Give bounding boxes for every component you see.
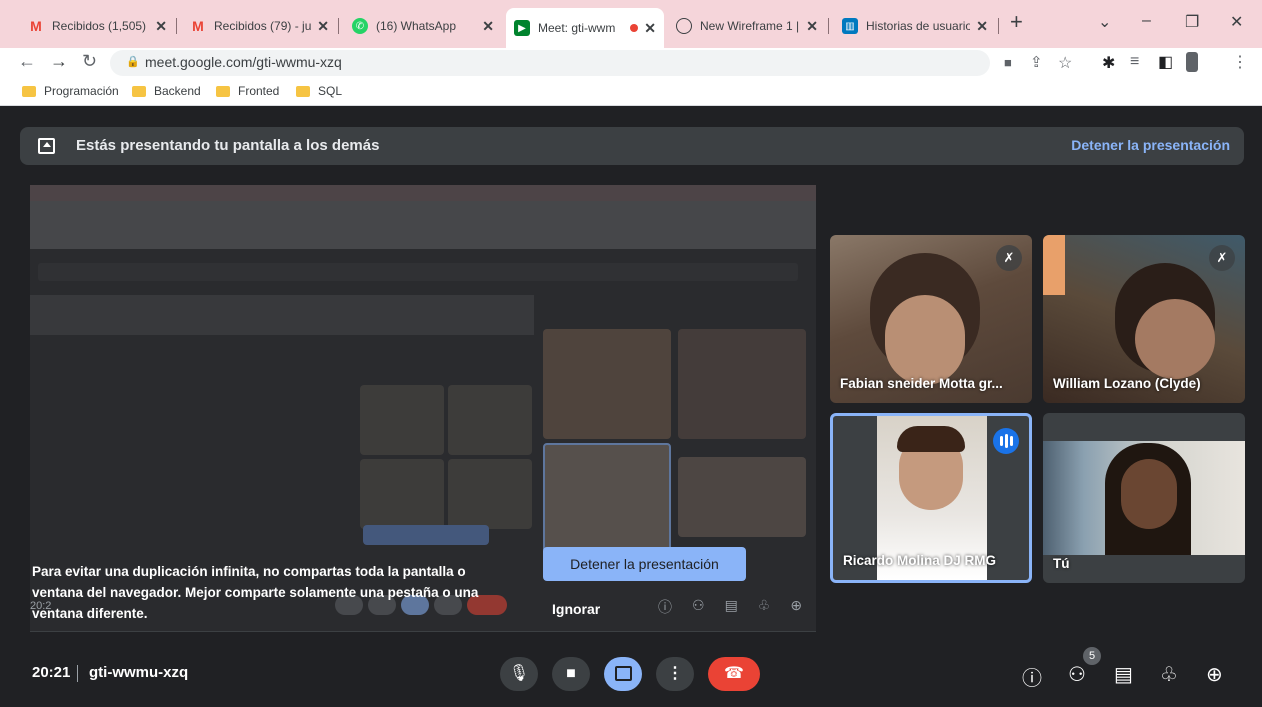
meeting-details-icon[interactable]: ⓘ — [1022, 662, 1042, 691]
activities-icon[interactable]: ♧ — [1160, 662, 1178, 687]
close-icon[interactable]: ✕ — [155, 18, 167, 35]
more-vert-icon: ⋮ — [667, 665, 683, 682]
new-tab-button[interactable]: + — [1010, 9, 1023, 35]
meet-window: Estás presentando tu pantalla a los demá… — [0, 107, 1262, 707]
tab-wireframe[interactable]: New Wireframe 1 | ✕ — [668, 10, 826, 42]
profile-avatar[interactable] — [1186, 52, 1198, 72]
more-options-button[interactable]: ⋮ — [656, 657, 694, 691]
restore-icon[interactable]: ❐ — [1185, 12, 1199, 32]
address-bar: ← → ↻ 🔒 meet.google.com/gti-wwmu-xzq ■ ⇪… — [0, 48, 1262, 78]
forward-icon[interactable]: → — [50, 51, 68, 72]
people-icon: ⚇ — [692, 597, 705, 613]
close-icon[interactable]: ✕ — [806, 18, 818, 35]
gmail-icon: M — [30, 18, 42, 34]
close-icon[interactable]: ✕ — [482, 18, 494, 35]
tab-gmail-2[interactable]: M Recibidos (79) - juv ✕ — [182, 10, 337, 42]
participant-tile-self[interactable]: Tú — [1043, 413, 1245, 583]
trello-icon: ▥ — [842, 18, 858, 34]
wireframe-icon — [676, 18, 692, 34]
whatsapp-icon: ✆ — [352, 18, 368, 34]
stop-presenting-button[interactable]: Detener la presentación — [543, 547, 746, 581]
url-text[interactable]: meet.google.com/gti-wwmu-xzq — [145, 54, 342, 70]
close-window-icon[interactable]: ✕ — [1230, 12, 1243, 32]
end-call-icon: ☎ — [724, 665, 744, 682]
chat-icon[interactable]: ▤ — [1114, 662, 1133, 687]
chat-icon: ▤ — [724, 597, 738, 613]
bookmark-star-icon[interactable]: ☆ — [1058, 53, 1072, 73]
microphone-icon: 🎙 — [508, 665, 530, 682]
bookmark-sql[interactable]: SQL — [296, 84, 342, 98]
mirrored-side-icons: ⓘ ⚇ ▤ ♧ ⊕ — [658, 597, 802, 617]
host-controls-icon[interactable]: ⊕ — [1206, 662, 1223, 687]
participant-tile-ricardo[interactable]: Ricardo Molina DJ RMG — [830, 413, 1032, 583]
folder-icon — [216, 85, 230, 97]
mic-off-icon: ✗ — [996, 245, 1022, 271]
camera-button[interactable]: ■ — [552, 657, 590, 691]
minimize-icon[interactable]: – — [1142, 12, 1151, 30]
side-panel-icon[interactable]: ◧ — [1158, 52, 1173, 72]
recording-dot-icon — [630, 24, 639, 32]
camera-icon: ■ — [566, 665, 576, 682]
leave-call-button[interactable]: ☎ — [708, 657, 760, 691]
reload-icon[interactable]: ↻ — [82, 51, 97, 72]
browser-tab-strip: M Recibidos (1,505) - ✕ M Recibidos (79)… — [0, 0, 1262, 48]
ignore-button[interactable]: Ignorar — [552, 601, 600, 617]
meeting-code: gti-wwmu-xzq — [89, 664, 189, 681]
meet-icon: ▶ — [514, 20, 530, 36]
gmail-icon: M — [192, 18, 204, 34]
folder-icon — [22, 85, 36, 97]
speaking-indicator-icon — [993, 428, 1019, 454]
infinite-mirror-warning: Para evitar una duplicación infinita, no… — [32, 564, 479, 621]
tab-meet[interactable]: ▶ Meet: gti-wwm ✕ — [506, 8, 664, 48]
participant-tile-fabian[interactable]: ✗ Fabian sneider Motta gr... — [830, 235, 1032, 403]
close-icon[interactable]: ✕ — [976, 18, 988, 35]
folder-icon — [132, 85, 146, 97]
bookmarks-bar: Programación Backend Fronted SQL — [0, 78, 1262, 106]
present-screen-icon — [614, 666, 632, 681]
tab-search-icon[interactable]: ⌄ — [1098, 12, 1111, 32]
reading-list-icon[interactable]: ≡ — [1130, 53, 1139, 71]
back-icon[interactable]: ← — [18, 51, 36, 72]
tab-gmail-1[interactable]: M Recibidos (1,505) - ✕ — [20, 10, 175, 42]
menu-icon[interactable]: ⋮ — [1232, 52, 1248, 72]
microphone-button[interactable]: 🎙 — [500, 657, 538, 691]
present-now-button[interactable] — [604, 657, 642, 691]
meeting-time: 20:21 — [32, 664, 71, 681]
bookmark-programacion[interactable]: Programación — [22, 84, 119, 98]
extensions-icon[interactable]: ✱ — [1102, 53, 1115, 73]
camera-indicator-icon[interactable]: ■ — [1004, 55, 1012, 70]
presenting-banner: Estás presentando tu pantalla a los demá… — [20, 127, 1244, 165]
present-screen-icon — [38, 138, 55, 154]
bookmark-backend[interactable]: Backend — [132, 84, 201, 98]
folder-icon — [296, 85, 310, 97]
activities-icon: ♧ — [757, 597, 771, 613]
tab-trello[interactable]: ▥ Historias de usuario ✕ — [834, 10, 996, 42]
stop-presenting-link[interactable]: Detener la presentación — [1071, 137, 1230, 153]
people-icon[interactable]: ⚇ — [1068, 662, 1086, 687]
mic-off-icon: ✗ — [1209, 245, 1235, 271]
share-icon[interactable]: ⇪ — [1030, 53, 1043, 71]
meeting-controls-bar: 20:21 gti-wwmu-xzq 🎙 ■ ⋮ ☎ ⓘ ⚇ 5 ▤ ♧ ⊕ — [0, 637, 1262, 707]
bookmark-fronted[interactable]: Fronted — [216, 84, 279, 98]
tab-whatsapp[interactable]: ✆ (16) WhatsApp ✕ — [344, 10, 502, 42]
participant-tile-william[interactable]: ✗ William Lozano (Clyde) — [1043, 235, 1245, 403]
info-icon: ⓘ — [658, 599, 672, 615]
lock-icon[interactable]: 🔒 — [126, 55, 140, 68]
close-icon[interactable]: ✕ — [317, 18, 329, 35]
lock-icon: ⊕ — [790, 597, 803, 613]
participant-count-badge: 5 — [1083, 647, 1101, 665]
close-icon[interactable]: ✕ — [644, 20, 656, 37]
